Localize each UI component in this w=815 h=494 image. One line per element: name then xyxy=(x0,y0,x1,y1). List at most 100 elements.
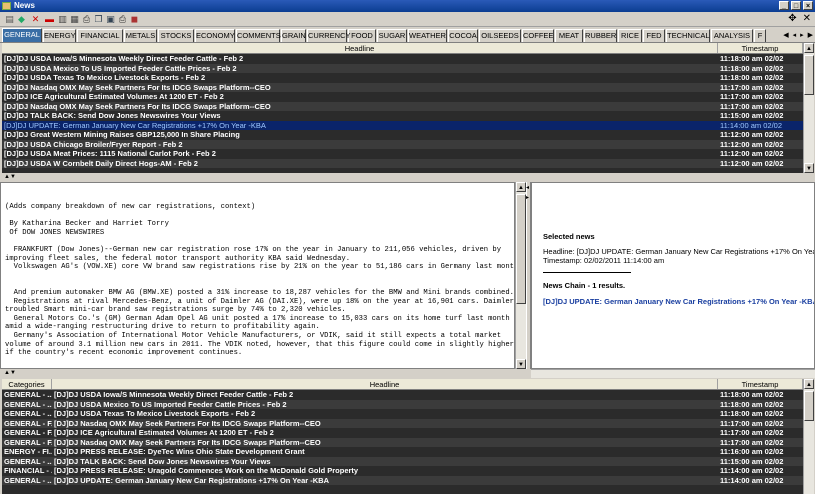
new-icon[interactable]: ▤ xyxy=(4,14,15,25)
timestamp-label: Timestamp: xyxy=(543,256,582,265)
tab-next-icon[interactable]: ▸ xyxy=(800,31,804,39)
collapse-arrows-icon[interactable]: ▲▼ xyxy=(4,174,16,180)
table-row[interactable]: GENERAL - ... [DJ]DJ UPDATE: German Janua… xyxy=(2,475,803,485)
tab-technical[interactable]: TECHNICAL xyxy=(666,29,710,42)
table-row[interactable]: [DJ]DJ USDA Iowa/S Minnesota Weekly Dire… xyxy=(2,54,803,64)
top-splitter[interactable]: ▲▼ xyxy=(0,174,815,180)
scroll-up-icon[interactable]: ▲ xyxy=(804,43,814,53)
details-hscrollbar[interactable] xyxy=(531,369,815,378)
article-scrollbar[interactable]: ▲ ▼ xyxy=(515,182,526,369)
minimize-icon[interactable]: _ xyxy=(779,1,789,10)
tab-financial[interactable]: FINANCIAL xyxy=(77,29,123,42)
tab-last-icon[interactable]: ▶ xyxy=(808,31,813,39)
table-row[interactable]: GENERAL - ... [DJ]DJ USDA Texas To Mexico… xyxy=(2,409,803,419)
table-row[interactable]: [DJ]DJ TALK BACK: Send Dow Jones Newswir… xyxy=(2,111,803,121)
selected-timestamp-row: Timestamp: 02/02/2011 11:14:00 am xyxy=(543,256,814,265)
row-category: GENERAL - F... xyxy=(4,437,52,447)
delete-icon[interactable]: ✕ xyxy=(30,14,41,25)
split-right-icon[interactable]: ▸ xyxy=(526,194,529,201)
row-headline: [DJ]DJ USDA Meat Prices: 1115 National C… xyxy=(4,149,216,158)
collapse-arrows-icon-2[interactable]: ▲▼ xyxy=(4,370,16,376)
tab-fed[interactable]: FED xyxy=(643,29,665,42)
table-row[interactable]: [DJ]DJ UPDATE: German January New Car Re… xyxy=(2,120,803,130)
tab-first-icon[interactable]: ◀ xyxy=(783,31,788,39)
table-row[interactable]: [DJ]DJ USDA Meat Prices: 1115 National C… xyxy=(2,149,803,159)
bottom-grid-scrollbar[interactable]: ▲ xyxy=(803,379,814,494)
table-row[interactable]: [DJ]DJ Nasdaq OMX May Seek Partners For … xyxy=(2,82,803,92)
row-timestamp: 11:17:00 am 02/02 xyxy=(720,101,784,111)
headline-column-header[interactable]: Headline xyxy=(2,43,718,53)
article-scroll-thumb[interactable] xyxy=(516,194,526,304)
news-chain-link[interactable]: [DJ]DJ UPDATE: German January New Car Re… xyxy=(543,297,814,306)
tab-grain[interactable]: GRAIN xyxy=(281,29,306,42)
categories-column-header[interactable]: Categories xyxy=(2,379,52,389)
tab-cocoa[interactable]: COCOA xyxy=(448,29,478,42)
table-row[interactable]: GENERAL - F... [DJ]DJ Nasdaq OMX May Seek… xyxy=(2,418,803,428)
article-scroll-up-icon[interactable]: ▲ xyxy=(516,182,526,192)
table-row[interactable]: [DJ]DJ USDA Mexico To US Imported Feeder… xyxy=(2,63,803,73)
print-2-icon[interactable]: ⎙ xyxy=(117,14,128,25)
table-row[interactable]: GENERAL - F... [DJ]DJ ICE Agricultural Es… xyxy=(2,428,803,438)
table-row[interactable]: GENERAL - F... [DJ]DJ Nasdaq OMX May Seek… xyxy=(2,437,803,447)
tab-f[interactable]: F xyxy=(754,29,766,42)
bottom-scroll-up-icon[interactable]: ▲ xyxy=(804,379,814,389)
table-row[interactable]: [DJ]DJ USDA W Cornbelt Daily Direct Hogs… xyxy=(2,158,803,168)
tab-general[interactable]: GENERAL xyxy=(2,28,42,42)
tab-meat[interactable]: MEAT xyxy=(555,29,583,42)
row-category: GENERAL - ... xyxy=(4,399,52,409)
move-icon[interactable]: ✥ xyxy=(788,13,796,24)
close-icon[interactable]: ✕ xyxy=(803,13,811,24)
scroll-thumb[interactable] xyxy=(804,55,814,95)
close-window-icon[interactable]: × xyxy=(803,1,813,10)
table-row[interactable]: [DJ]DJ USDA Chicago Broiler/Fryer Report… xyxy=(2,139,803,149)
tab-weather[interactable]: WEATHER xyxy=(408,29,447,42)
article-scroll-down-icon[interactable]: ▼ xyxy=(516,359,526,369)
table-row[interactable]: GENERAL - ... [DJ]DJ TALK BACK: Send Dow … xyxy=(2,456,803,466)
tab-coffee[interactable]: COFFEE xyxy=(522,29,554,42)
row-headline: [DJ]DJ TALK BACK: Send Dow Jones Newswir… xyxy=(4,111,221,120)
chart-icon[interactable]: ▥ xyxy=(57,14,68,25)
bottom-scroll-thumb[interactable] xyxy=(804,391,814,421)
bottom-splitter[interactable]: ▲▼ xyxy=(0,370,531,376)
article-line: And premium automaker BMW AG (BMW.XE) po… xyxy=(5,288,514,297)
tab-prev-icon[interactable]: ◂ xyxy=(793,31,797,39)
maximize-icon[interactable]: □ xyxy=(791,1,801,10)
tab-rubber[interactable]: RUBBER xyxy=(584,29,617,42)
table-row[interactable]: ENERGY - FI... [DJ]DJ PRESS RELEASE: DyeT… xyxy=(2,447,803,457)
table-row[interactable]: [DJ]DJ Nasdaq OMX May Seek Partners For … xyxy=(2,101,803,111)
tab-food[interactable]: FOOD xyxy=(348,29,376,42)
tab-currency[interactable]: CURRENCY xyxy=(307,29,351,42)
table-row[interactable]: [DJ]DJ Great Western Mining Raises GBP12… xyxy=(2,130,803,140)
bottom-timestamp-column-header[interactable]: Timestamp xyxy=(718,379,803,389)
table-row[interactable]: GENERAL - ... [DJ]DJ USDA Iowa/S Minnesot… xyxy=(2,390,803,400)
table-row[interactable]: [DJ]DJ USDA Texas To Mexico Livestock Ex… xyxy=(2,73,803,83)
remove-icon[interactable]: ▬ xyxy=(44,14,55,25)
bottom-headline-column-header[interactable]: Headline xyxy=(52,379,718,389)
print-icon[interactable]: ⎙ xyxy=(81,14,92,25)
tag-icon[interactable]: ◆ xyxy=(16,14,27,25)
tab-metals[interactable]: METALS xyxy=(124,29,157,42)
timestamp-column-header[interactable]: Timestamp xyxy=(718,43,803,53)
tab-oilseeds[interactable]: OILSEEDS xyxy=(479,29,521,42)
table-row[interactable]: GENERAL - ... [DJ]DJ USDA Mexico To US Im… xyxy=(2,399,803,409)
split-left-icon[interactable]: ◂ xyxy=(526,184,529,191)
row-timestamp: 11:17:00 am 02/02 xyxy=(720,428,784,437)
tab-rice[interactable]: RICE xyxy=(618,29,642,42)
row-headline: [DJ]DJ USDA Iowa/S Minnesota Weekly Dire… xyxy=(54,390,294,399)
tab-analysis[interactable]: ANALYSIS xyxy=(711,29,753,42)
scroll-down-icon[interactable]: ▼ xyxy=(804,163,814,173)
article-line: troubled Smart mini-car brand saw regist… xyxy=(5,306,346,315)
tab-stocks[interactable]: STOCKS xyxy=(158,29,194,42)
tab-sugar[interactable]: SUGAR xyxy=(377,29,407,42)
article-line: Registrations at rival Mercedes-Benz, a … xyxy=(5,297,515,306)
tab-energy[interactable]: ENERGY xyxy=(43,29,76,42)
book-icon[interactable]: ◼ xyxy=(129,14,140,25)
copy-icon[interactable]: ❐ xyxy=(93,14,104,25)
tab-economy[interactable]: ECONOMY xyxy=(195,29,235,42)
table-row[interactable]: [DJ]DJ ICE Agricultural Estimated Volume… xyxy=(2,92,803,102)
save-icon[interactable]: ▣ xyxy=(105,14,116,25)
chart-icon-2[interactable]: ▦ xyxy=(69,14,80,25)
tab-comments[interactable]: COMMENTS xyxy=(236,29,281,42)
table-row[interactable]: FINANCIAL - ... [DJ]DJ PRESS RELEASE: Ura… xyxy=(2,466,803,476)
top-grid-scrollbar[interactable]: ▲ ▼ xyxy=(803,43,814,173)
